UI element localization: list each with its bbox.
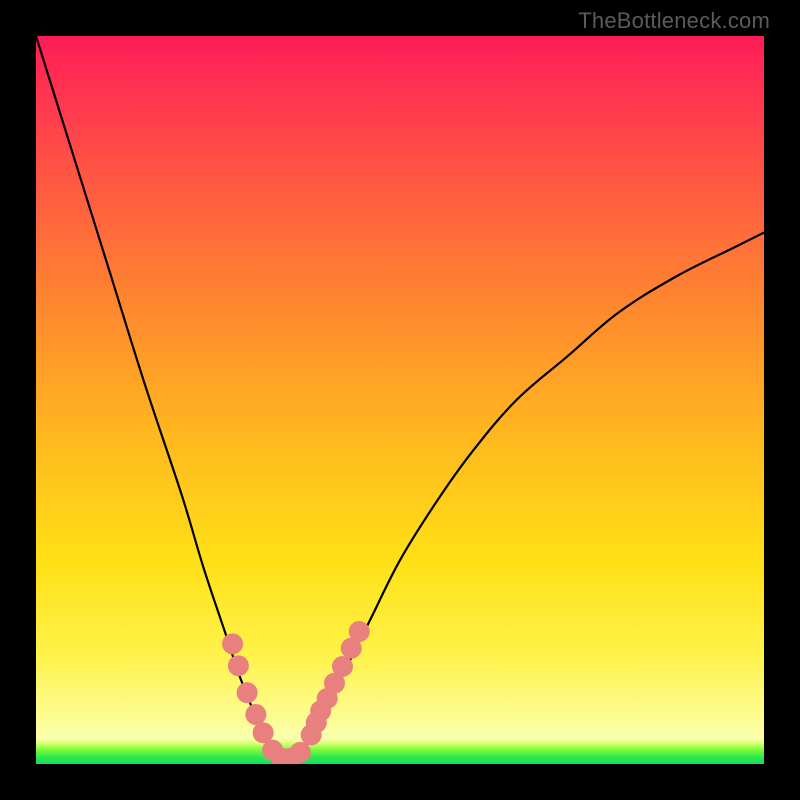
marker-dot (290, 742, 311, 763)
marker-dot (228, 655, 249, 676)
marker-dot (332, 656, 353, 677)
plot-area (36, 36, 764, 764)
watermark-text: TheBottleneck.com (578, 8, 770, 34)
marker-dot (245, 704, 266, 725)
outer-frame: TheBottleneck.com (0, 0, 800, 800)
marker-dot (222, 633, 243, 654)
bottleneck-curve (36, 36, 764, 760)
highlight-markers (222, 621, 370, 764)
chart-overlay (36, 36, 764, 764)
marker-dot (349, 621, 370, 642)
marker-dot (237, 682, 258, 703)
